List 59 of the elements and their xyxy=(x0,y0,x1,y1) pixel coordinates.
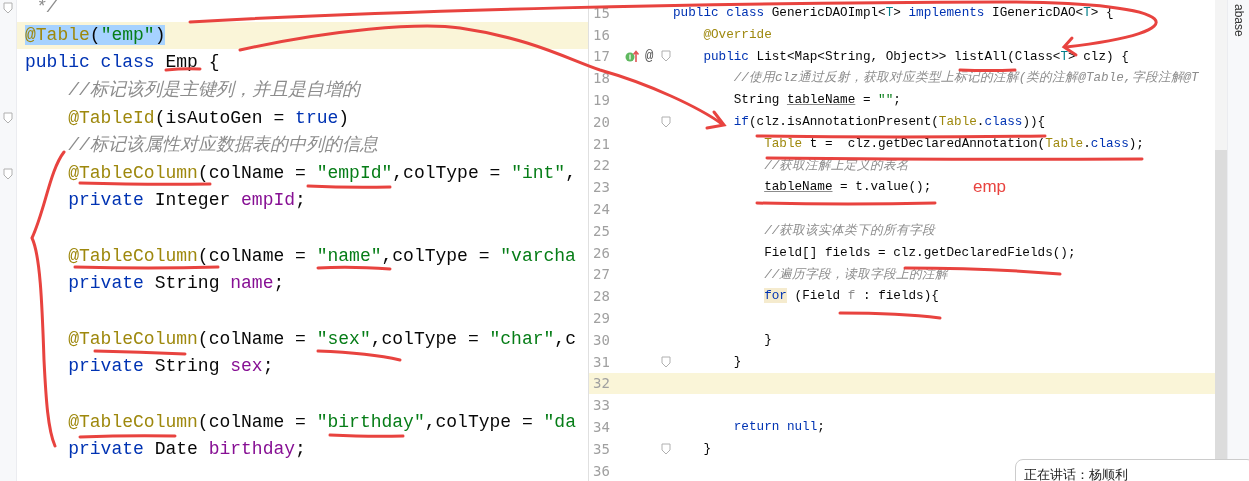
code-line: if(clz.isAnnotationPresent(Table.class)){ xyxy=(732,113,1046,131)
line-number: 28 xyxy=(592,289,611,304)
code-line: tableName = t.value(); xyxy=(763,178,932,197)
implementation-arrow-icon[interactable] xyxy=(625,49,641,64)
line-number: 23 xyxy=(592,180,611,195)
code-line: @TableColumn(colName = "empId",colType = "int", xyxy=(67,162,576,183)
line-number: 29 xyxy=(592,311,611,326)
code-line: Table t = clz.getDeclaredAnnotation(Table.class); xyxy=(763,134,1144,153)
code-line: private Integer empId; xyxy=(67,190,306,211)
line-number: 30 xyxy=(592,332,611,347)
fold-icon[interactable] xyxy=(661,355,671,368)
line-number: 27 xyxy=(592,267,611,282)
line-number: 16 xyxy=(592,27,611,42)
fold-icon[interactable] xyxy=(661,115,671,128)
line-number: 15 xyxy=(592,5,611,20)
code-line: String tableName = ""; xyxy=(732,91,901,110)
code-line: Field[] fields = clz.getDeclaredFields(); xyxy=(763,243,1076,262)
line-number: 24 xyxy=(592,202,611,217)
code-line: return null; xyxy=(732,418,825,437)
code-line: } xyxy=(763,330,772,349)
code-line: for (Field f : fields){ xyxy=(763,287,939,306)
speaker-notification: 正在讲话：杨顺利 xyxy=(1015,459,1249,481)
line-number: 25 xyxy=(592,223,611,238)
line-number: 17 xyxy=(592,49,611,64)
line-number: 32 xyxy=(592,376,611,391)
code-line: private String name; xyxy=(67,273,285,294)
line-number: 36 xyxy=(592,463,611,478)
line-number: 22 xyxy=(592,158,611,173)
code-line: private Date birthday; xyxy=(67,439,306,460)
line-number: 34 xyxy=(592,420,611,435)
line-number: 19 xyxy=(592,93,611,108)
code-line: public class Emp { xyxy=(25,52,220,73)
fold-icon[interactable] xyxy=(3,112,13,125)
code-line: //获取注解上定义的表名 xyxy=(763,156,910,175)
fold-icon[interactable] xyxy=(3,1,13,14)
code-line: @TableColumn(colName = "sex",colType = "char",c xyxy=(67,328,576,349)
override-marker[interactable]: @ xyxy=(645,48,654,65)
line-number: 18 xyxy=(592,71,611,86)
line-number: 26 xyxy=(592,245,611,260)
code-line: @TableId(isAutoGen = true) xyxy=(67,107,350,128)
code-line: @TableColumn(colName = "birthday",colType = "da xyxy=(67,411,576,432)
tool-window-tab[interactable]: abase xyxy=(1231,0,1246,37)
fold-icon[interactable] xyxy=(661,50,671,63)
fold-icon[interactable] xyxy=(661,442,671,455)
line-number: 35 xyxy=(592,441,611,456)
code-line: } xyxy=(702,439,711,458)
code-line: private String sex; xyxy=(67,356,274,377)
line-number: 21 xyxy=(592,136,611,151)
line-number: 33 xyxy=(592,398,611,413)
line-number: 31 xyxy=(592,354,611,369)
code-line: //标记该属性对应数据表的中列的信息 xyxy=(67,135,378,156)
handwritten-note: emp xyxy=(973,176,1007,199)
code-line: @Override xyxy=(702,25,772,44)
line-number: 20 xyxy=(592,114,611,129)
code-line: //获取该实体类下的所有字段 xyxy=(763,221,936,240)
code-line: //标记该列是主键列，并且是自增的 xyxy=(67,79,360,100)
code-line: @TableColumn(colName = "name",colType = "varcha xyxy=(67,245,576,266)
code-line: } xyxy=(732,352,742,371)
fold-icon[interactable] xyxy=(3,167,13,180)
